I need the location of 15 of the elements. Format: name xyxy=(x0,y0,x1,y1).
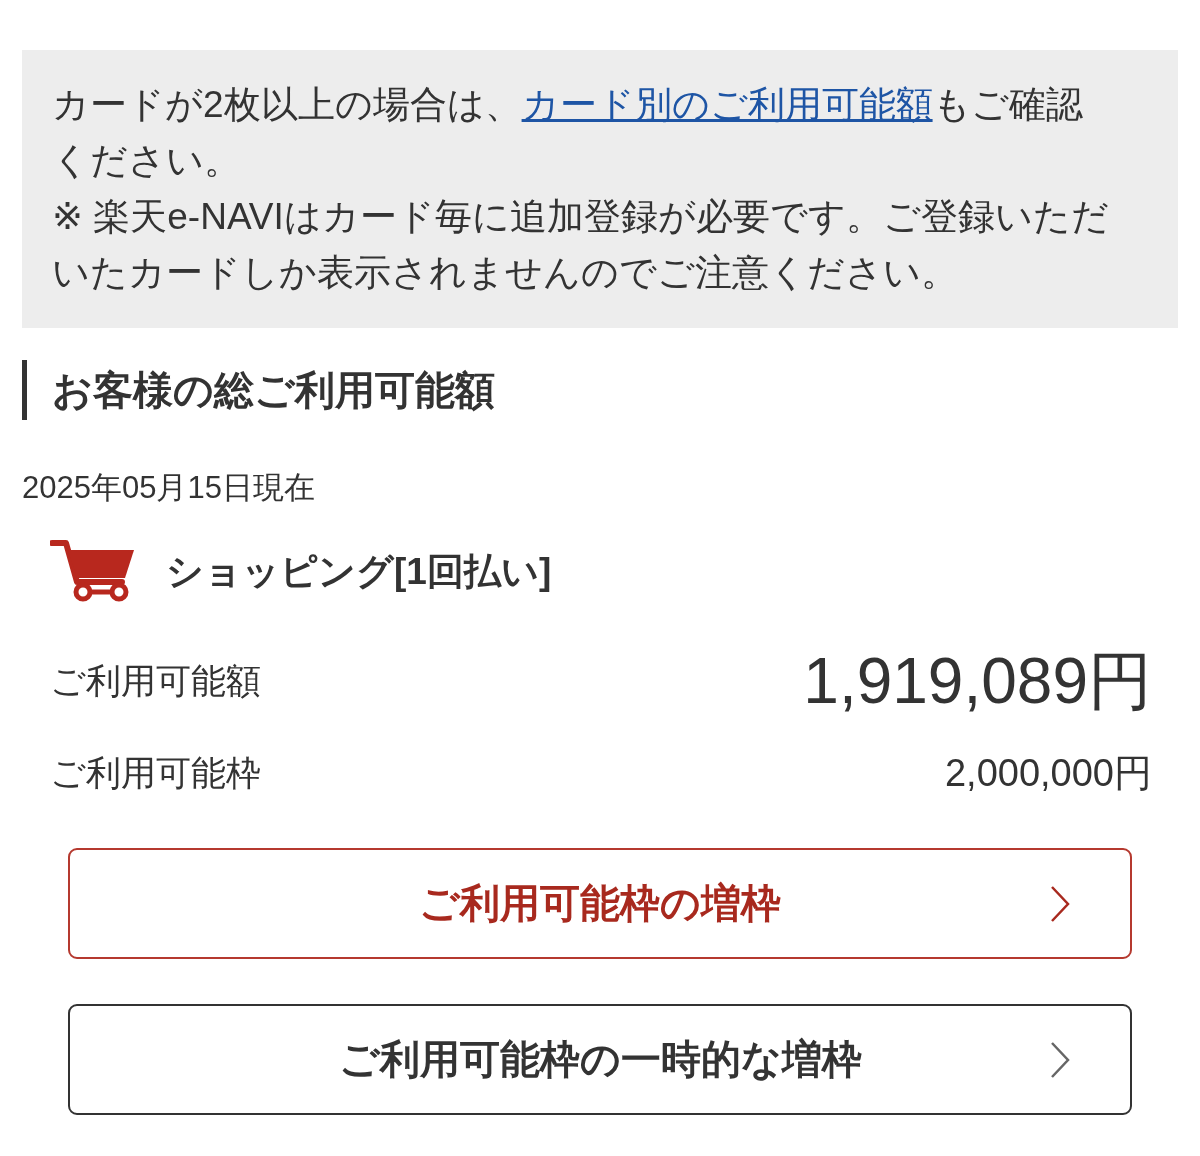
amount-value: 2,000,000円 xyxy=(944,751,1152,796)
amount-value: 1,919,089円 xyxy=(803,646,1152,716)
card-limit-link[interactable]: カード別のご利用可能額 xyxy=(521,84,933,125)
chevron-right-icon xyxy=(1050,884,1070,923)
category-title: ショッピング[1回払い] xyxy=(166,549,552,594)
shopping-cart-icon xyxy=(50,540,136,603)
amount-label: ご利用可能額 xyxy=(50,660,261,702)
notice-note: ※ 楽天e-NAVIはカード毎に追加登録が必要です。ご登録いただいたカードしか表示されませんのでご注意ください。 xyxy=(52,195,1110,295)
chevron-right-icon xyxy=(1050,1040,1070,1079)
section-title: お客様の総ご利用可能額 xyxy=(22,360,1178,420)
limit-increase-button[interactable]: ご利用可能枠の一時的な増枠 xyxy=(68,1004,1132,1115)
amount-label: ご利用可能枠 xyxy=(50,752,261,794)
notice-text: カードが2枚以上の場合は、カード別のご利用可能額 もご確認ください。 xyxy=(52,83,1084,183)
as-of-date: 2025年05月15日現在 xyxy=(22,469,316,507)
limit-increase-button[interactable]: ご利用可能枠の増枠 xyxy=(68,848,1132,959)
